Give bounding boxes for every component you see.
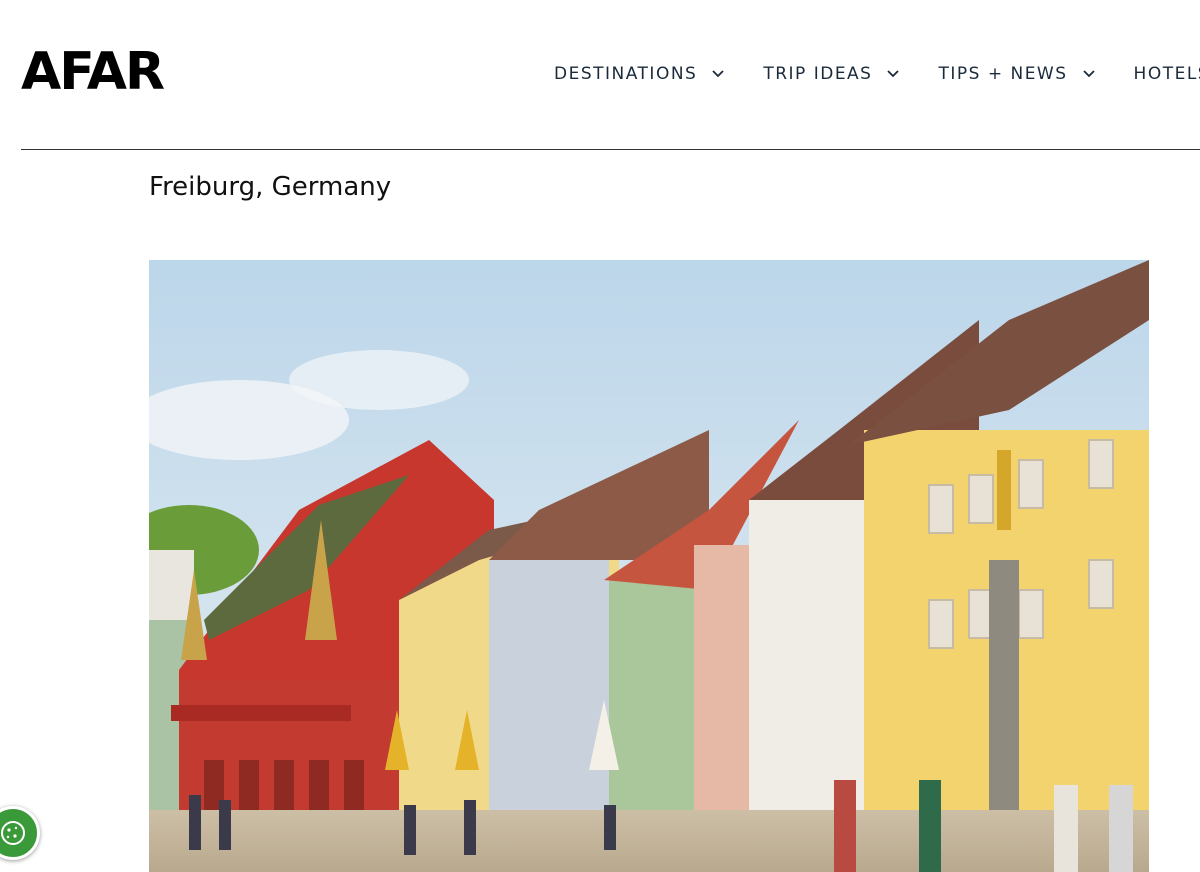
- nav-item-hotels[interactable]: HOTELS: [1134, 62, 1200, 86]
- chevron-down-icon: [712, 70, 724, 78]
- chevron-down-icon: [887, 70, 900, 78]
- nav-item-tips-news[interactable]: TIPS + NEWS: [938, 62, 1095, 86]
- nav-label: TRIP IDEAS: [763, 64, 873, 84]
- cookie-settings-button[interactable]: [0, 806, 40, 860]
- nav-label: DESTINATIONS: [554, 64, 698, 84]
- cookie-icon: [1, 821, 25, 845]
- nav-item-destinations[interactable]: DESTINATIONS: [554, 62, 725, 86]
- nav-label: TIPS + NEWS: [938, 64, 1068, 84]
- nav-label: HOTELS: [1133, 64, 1200, 84]
- chevron-down-icon: [1082, 70, 1095, 78]
- hero-image: [149, 260, 1149, 872]
- nav-item-trip-ideas[interactable]: TRIP IDEAS: [763, 62, 900, 86]
- page-title: Freiburg, Germany: [149, 172, 392, 202]
- main-nav: DESTINATIONS TRIP IDEAS TIPS + NEWS HOTE…: [554, 62, 1200, 86]
- site-logo[interactable]: AFAR: [21, 46, 165, 98]
- header-divider: [21, 149, 1200, 150]
